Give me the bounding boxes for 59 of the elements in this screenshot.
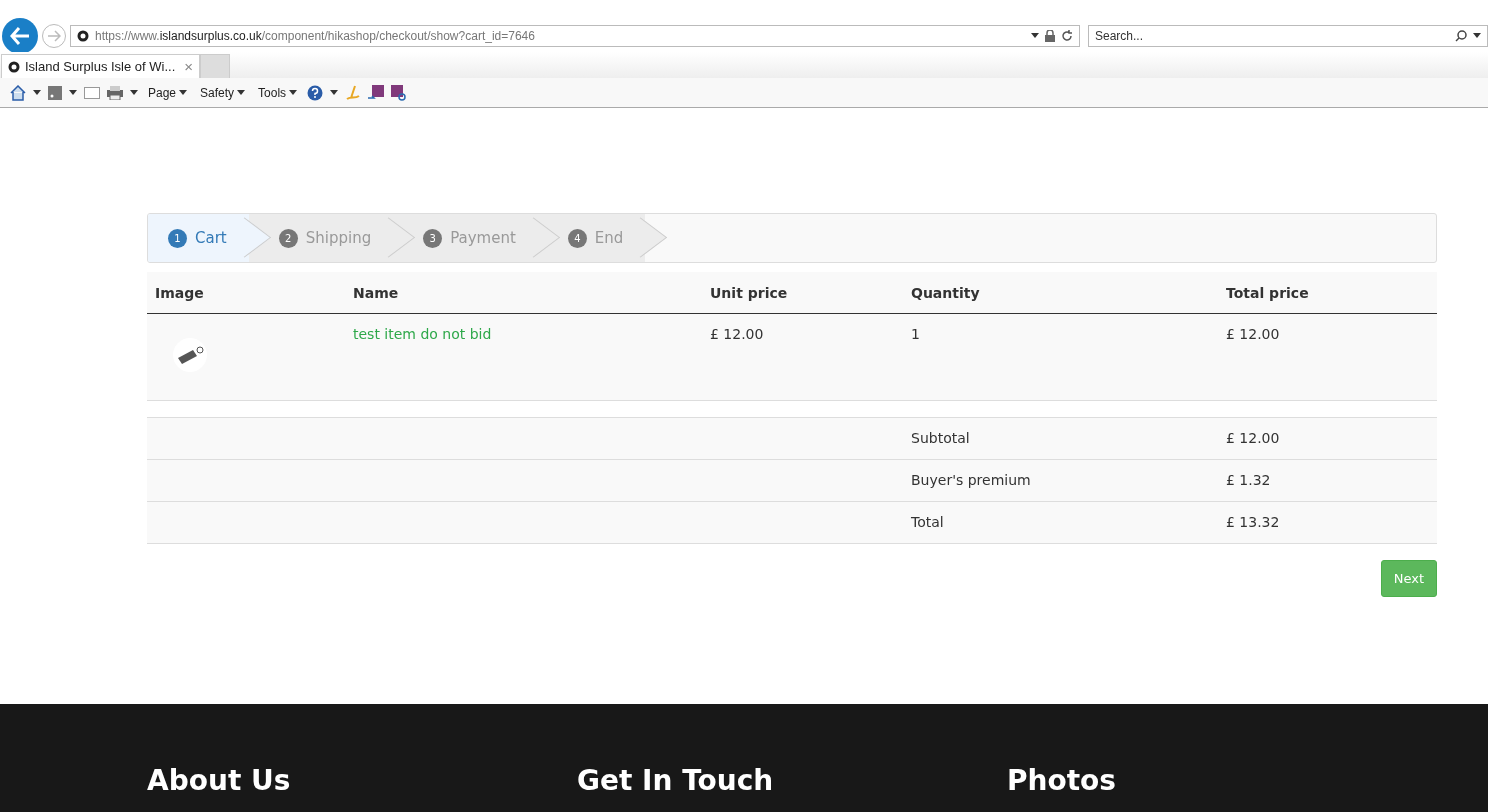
next-button[interactable]: Next (1380, 560, 1437, 597)
home-icon[interactable] (10, 84, 26, 101)
toolbar-menu-button[interactable]: Tools (255, 85, 301, 100)
help-icon[interactable] (307, 84, 324, 101)
column-header: Image (147, 272, 345, 314)
caret-icon (1031, 33, 1039, 38)
column-header: Quantity (903, 272, 1218, 314)
forward-arrow-icon (47, 29, 61, 42)
globe-icon (8, 60, 20, 73)
back-arrow-icon (10, 26, 30, 45)
printer-icon[interactable] (107, 85, 123, 100)
price-tag-icon (173, 338, 207, 372)
search-icon (1455, 29, 1467, 42)
globe-icon (77, 29, 89, 42)
back-button[interactable] (2, 17, 38, 54)
table-cell: £ 12.00 (702, 314, 903, 401)
feed-icon[interactable] (48, 85, 62, 100)
url-text: https://www.islandsurplus.co.uk/component/hikashop/checkout/show?cart_id=7646 (95, 28, 536, 43)
column-header: Total price (1218, 272, 1437, 314)
footer-heading: Photos (1007, 764, 1117, 799)
total-label: Subtotal (903, 418, 1218, 460)
search-field[interactable]: Search... (1088, 24, 1488, 47)
caret-icon (1473, 33, 1481, 38)
total-value: £ 12.00 (1218, 418, 1437, 460)
footer-heading: Get In Touch (577, 764, 775, 799)
step-number: 4 (567, 228, 587, 248)
address-bar[interactable]: https://www.islandsurplus.co.uk/component/hikashop/checkout/show?cart_id=7646 (70, 24, 1080, 47)
caret-icon (330, 90, 339, 95)
toolbar-menu-button[interactable]: Page (145, 85, 191, 100)
total-value: £ 13.32 (1218, 502, 1437, 544)
table-cell: £ 12.00 (1218, 314, 1437, 401)
mail-icon[interactable] (84, 86, 100, 99)
total-label: Buyer's premium (903, 460, 1218, 502)
caret-icon (179, 90, 188, 95)
toolbar-menu-button[interactable]: Safety (197, 85, 249, 100)
step-number: 1 (168, 228, 187, 248)
caret-icon (237, 90, 246, 95)
step-label: Shipping (305, 229, 372, 247)
table-cell: 1 (903, 314, 1218, 401)
column-header: Name (345, 272, 702, 314)
tab-title: Island Surplus Isle of Wi... (25, 59, 176, 74)
total-value: £ 1.32 (1218, 460, 1437, 502)
product-link[interactable]: test item do not bid (353, 326, 492, 342)
column-header: Unit price (702, 272, 903, 314)
step-number: 2 (278, 228, 298, 248)
browser-tab[interactable]: Island Surplus Isle of Wi... × (1, 54, 201, 78)
step-label: End (594, 229, 624, 247)
lock-icon (1045, 29, 1055, 42)
caret-icon (69, 90, 77, 95)
step-label: Cart (195, 229, 227, 247)
total-label: Total (903, 502, 1218, 544)
caret-icon (33, 90, 41, 95)
caret-icon (130, 90, 138, 95)
caret-icon (289, 90, 298, 95)
footer-heading: About Us (147, 764, 292, 799)
step-label: Payment (450, 229, 516, 247)
close-tab-button[interactable]: × (184, 58, 194, 75)
refresh-icon[interactable] (1061, 29, 1073, 42)
step-number: 3 (423, 228, 443, 248)
